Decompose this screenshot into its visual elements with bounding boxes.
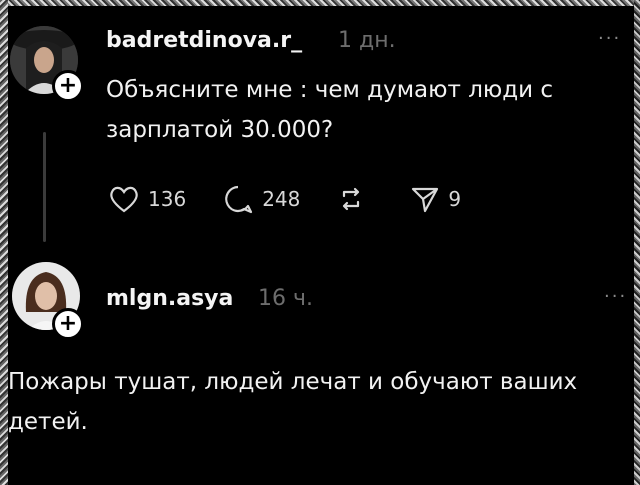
post-timestamp: 16 ч. <box>258 286 313 311</box>
comment-button[interactable]: 248 <box>222 184 300 214</box>
post-username[interactable]: badretdinova.r_ <box>106 28 302 53</box>
follow-plus-icon[interactable]: + <box>52 308 84 340</box>
share-count: 9 <box>448 187 462 211</box>
share-button[interactable]: 9 <box>410 184 461 214</box>
comment-icon <box>225 185 253 214</box>
post-1: + badretdinova.r_ 1 дн. ··· Объясните мн… <box>0 0 640 250</box>
post-text: Пожары тушат, людей лечат и обучают ваши… <box>8 369 578 435</box>
heart-icon <box>110 186 138 213</box>
like-count: 136 <box>148 187 187 211</box>
more-icon[interactable]: ··· <box>604 286 627 307</box>
more-icon[interactable]: ··· <box>598 28 621 49</box>
like-button[interactable]: 136 <box>108 184 186 214</box>
post-actions: 136 248 9 <box>108 184 497 214</box>
repost-button[interactable] <box>336 184 374 214</box>
post-username[interactable]: mlgn.asya <box>106 286 233 311</box>
post-timestamp: 1 дн. <box>338 28 396 53</box>
share-icon <box>412 187 439 213</box>
post-text: Объясните мне : чем думают люди с зарпла… <box>106 77 554 143</box>
comment-count: 248 <box>262 187 301 211</box>
post-2: + mlgn.asya 16 ч. ··· Пожары тушат, люде… <box>0 250 640 485</box>
follow-plus-icon[interactable]: + <box>52 70 84 102</box>
thread-line <box>43 132 46 242</box>
repost-icon <box>343 187 360 211</box>
